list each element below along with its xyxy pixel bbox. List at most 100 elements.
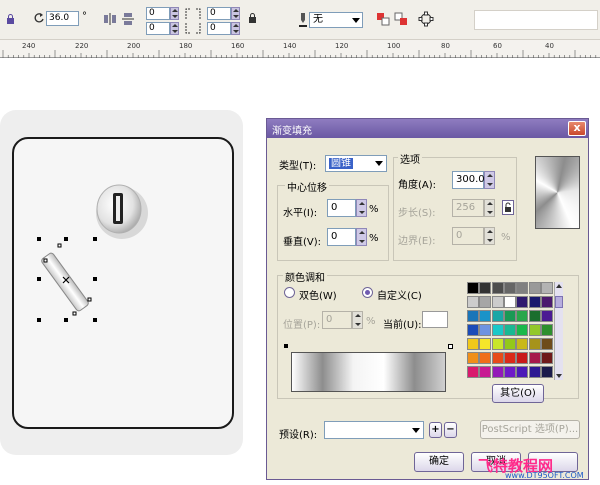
palette-swatch[interactable]	[503, 366, 516, 378]
to-back-icon[interactable]	[394, 12, 408, 26]
other-colors-button[interactable]: 其它(O)	[492, 384, 544, 403]
palette-swatch[interactable]	[516, 296, 529, 308]
lock-icon[interactable]	[248, 13, 257, 24]
palette-swatch[interactable]	[528, 366, 541, 378]
palette-swatch[interactable]	[516, 324, 529, 336]
palette-swatch[interactable]	[491, 366, 504, 378]
palette-swatch[interactable]	[528, 352, 541, 364]
convert-to-curves-icon[interactable]	[418, 11, 434, 27]
palette-swatch[interactable]	[479, 338, 492, 350]
palette-swatch[interactable]	[503, 296, 516, 308]
palette-swatch[interactable]	[479, 352, 492, 364]
lock-ratio-icon[interactable]	[6, 14, 15, 25]
palette-swatch[interactable]	[467, 366, 479, 378]
gradient-blend-bar[interactable]	[291, 352, 446, 392]
position-y-bottom-input[interactable]: 0	[207, 22, 231, 35]
custom-radio[interactable]	[362, 287, 373, 298]
palette-swatch[interactable]	[479, 366, 492, 378]
dialog-title-bar[interactable]: 渐变填充 x	[267, 119, 588, 138]
horizontal-ruler[interactable]: 240 220 200 180 160 140 120 100 80 60 40	[0, 40, 600, 58]
mirror-horizontal-icon[interactable]	[103, 12, 117, 26]
palette-swatch[interactable]	[503, 338, 516, 350]
palette-swatch[interactable]	[467, 310, 479, 322]
palette-swatch[interactable]	[467, 338, 479, 350]
palette-swatch[interactable]	[479, 296, 492, 308]
color-palette[interactable]	[467, 282, 563, 380]
palette-swatch[interactable]	[528, 296, 541, 308]
palette-swatch[interactable]	[491, 282, 504, 294]
add-preset-button[interactable]: +	[429, 422, 442, 438]
two-color-radio[interactable]	[284, 287, 295, 298]
position-y-bottom-spinner[interactable]	[231, 22, 240, 35]
vertical-input[interactable]: 0	[327, 228, 356, 246]
palette-swatch[interactable]	[528, 324, 541, 336]
steps-lock-icon[interactable]	[502, 200, 514, 215]
palette-swatch[interactable]	[516, 282, 529, 294]
palette-swatch[interactable]	[540, 296, 553, 308]
palette-swatch[interactable]	[516, 352, 529, 364]
position-x-top-input[interactable]: 0	[146, 7, 170, 20]
close-button[interactable]: x	[568, 121, 586, 136]
palette-swatch[interactable]	[479, 282, 492, 294]
palette-swatch[interactable]	[540, 324, 553, 336]
position-x-bottom-spinner[interactable]	[170, 22, 179, 35]
position-y-top-input[interactable]: 0	[207, 7, 231, 20]
angle-spinner[interactable]	[484, 171, 495, 189]
outline-pen-icon[interactable]	[298, 12, 308, 28]
palette-swatch[interactable]	[503, 282, 516, 294]
palette-swatch[interactable]	[479, 310, 492, 322]
palette-swatch[interactable]	[516, 338, 529, 350]
edge-input: 0	[452, 227, 484, 245]
vertical-spinner[interactable]	[356, 228, 367, 246]
palette-swatch[interactable]	[528, 310, 541, 322]
position-x-top-spinner[interactable]	[170, 7, 179, 20]
palette-swatch[interactable]	[491, 296, 504, 308]
angle-input[interactable]: 300.0	[452, 171, 485, 189]
palette-swatch[interactable]	[540, 310, 553, 322]
horizontal-spinner[interactable]	[356, 199, 367, 217]
type-select[interactable]: 圆锥	[325, 155, 387, 172]
palette-swatch[interactable]	[491, 310, 504, 322]
palette-swatch[interactable]	[491, 352, 504, 364]
rotation-input[interactable]: 36.0	[46, 11, 79, 26]
palette-swatch[interactable]	[540, 282, 553, 294]
palette-swatch[interactable]	[491, 324, 504, 336]
preset-select[interactable]	[324, 421, 424, 439]
vertical-percent: %	[369, 233, 379, 244]
palette-swatch[interactable]	[528, 338, 541, 350]
palette-swatch[interactable]	[516, 310, 529, 322]
palette-swatch[interactable]	[503, 324, 516, 336]
palette-swatch[interactable]	[467, 324, 479, 336]
remove-preset-button[interactable]: −	[444, 422, 457, 438]
search-input[interactable]	[474, 10, 598, 30]
position-y-top-spinner[interactable]	[231, 7, 240, 20]
current-color-swatch[interactable]	[422, 311, 448, 328]
palette-swatch[interactable]	[528, 282, 541, 294]
palette-swatch[interactable]	[503, 310, 516, 322]
outline-width-select[interactable]: 无	[309, 12, 363, 28]
palette-swatch[interactable]	[467, 296, 479, 308]
gradient-end-marker[interactable]	[448, 344, 453, 349]
chevron-down-icon[interactable]	[556, 374, 562, 378]
palette-swatch[interactable]	[540, 352, 553, 364]
palette-scroll-thumb[interactable]	[555, 296, 563, 308]
gradient-start-marker[interactable]	[284, 344, 288, 348]
ok-button[interactable]: 确定	[414, 452, 464, 472]
palette-swatch[interactable]	[467, 282, 479, 294]
selected-bar[interactable]	[41, 252, 90, 312]
palette-swatch[interactable]	[516, 366, 529, 378]
palette-swatch[interactable]	[503, 352, 516, 364]
chevron-up-icon[interactable]	[556, 284, 562, 288]
mirror-vertical-icon[interactable]	[121, 12, 135, 26]
position-x-bottom-input[interactable]: 0	[146, 22, 170, 35]
palette-swatch[interactable]	[491, 338, 504, 350]
horizontal-input[interactable]: 0	[327, 199, 356, 217]
palette-swatch[interactable]	[540, 338, 553, 350]
palette-scrollbar[interactable]	[554, 282, 563, 380]
palette-swatch[interactable]	[540, 366, 553, 378]
palette-swatch[interactable]	[479, 324, 492, 336]
to-front-icon[interactable]	[376, 12, 390, 26]
drawing-artwork[interactable]	[0, 110, 243, 455]
gradient-preview[interactable]	[535, 156, 580, 229]
palette-swatch[interactable]	[467, 352, 479, 364]
